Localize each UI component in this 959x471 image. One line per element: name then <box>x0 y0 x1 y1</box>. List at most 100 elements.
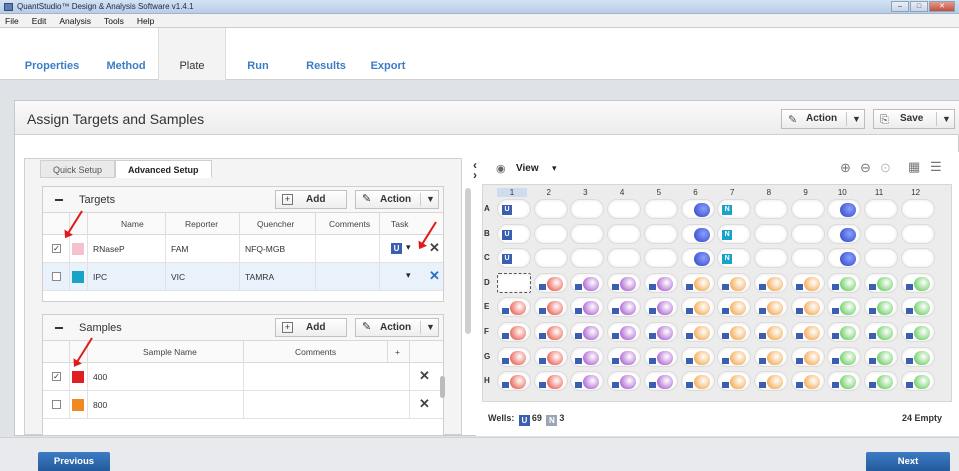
plate-well[interactable] <box>753 346 788 367</box>
plate-well[interactable] <box>864 346 898 367</box>
plate-well[interactable] <box>900 223 935 244</box>
header-action-button[interactable]: ✎ Action ▼ <box>781 109 865 129</box>
plate-well[interactable] <box>643 223 678 244</box>
plate-column-header[interactable]: 5 <box>644 188 674 197</box>
plate-well[interactable] <box>900 346 935 367</box>
plate-well[interactable]: N <box>717 199 752 219</box>
plate-well[interactable] <box>497 346 531 367</box>
plate-well[interactable] <box>790 272 825 293</box>
delete-target-button[interactable]: ✕ <box>429 268 440 284</box>
plate-well[interactable] <box>680 322 715 342</box>
tab-method[interactable]: Method <box>96 28 156 80</box>
add-column-button[interactable]: + <box>395 347 400 357</box>
plate-well[interactable] <box>900 248 935 269</box>
plate-well[interactable] <box>680 297 715 318</box>
plate-well[interactable] <box>790 322 825 342</box>
plate-row-header[interactable]: G <box>484 352 494 361</box>
plate-well[interactable] <box>717 297 752 318</box>
target-name[interactable]: IPC <box>93 272 107 282</box>
plate-row-header[interactable]: F <box>484 327 494 336</box>
plate-row-header[interactable]: B <box>484 229 494 238</box>
plate-row-header[interactable]: H <box>484 376 494 385</box>
plate-well[interactable]: N <box>717 248 752 269</box>
plate-row-header[interactable]: E <box>484 302 494 311</box>
plate-well[interactable] <box>570 199 605 219</box>
samples-scrollbar[interactable] <box>440 376 445 398</box>
table-row[interactable]: ✓ 400 ✕ <box>43 363 443 391</box>
plate-well[interactable] <box>753 272 788 293</box>
plate-well[interactable] <box>717 346 752 367</box>
tab-results[interactable]: Results <box>298 28 354 80</box>
zoom-reset-icon[interactable]: ⊙ <box>880 160 891 176</box>
plate-well[interactable] <box>864 322 898 342</box>
col-comments[interactable]: Comments <box>329 219 370 229</box>
tab-properties[interactable]: Properties <box>16 28 88 80</box>
previous-button[interactable]: Previous <box>38 452 110 471</box>
chevron-down-icon[interactable]: ▾ <box>552 163 557 174</box>
plate-well[interactable] <box>790 346 825 367</box>
sample-name[interactable]: 800 <box>93 400 107 410</box>
plate-well[interactable] <box>570 346 605 367</box>
list-view-icon[interactable]: ☰ <box>930 159 942 175</box>
plate-well[interactable] <box>790 297 825 318</box>
color-swatch[interactable] <box>72 271 84 283</box>
plate-well[interactable] <box>680 248 715 269</box>
plate-well[interactable] <box>827 223 862 244</box>
plate-well[interactable] <box>533 199 568 219</box>
plate-well[interactable] <box>680 371 715 392</box>
plate-well[interactable] <box>570 322 605 342</box>
target-name[interactable]: RNaseP <box>93 244 125 254</box>
zoom-in-icon[interactable]: ⊕ <box>840 160 851 176</box>
plate-well[interactable] <box>900 371 935 392</box>
minimize-button[interactable]: – <box>891 1 909 12</box>
task-dropdown-icon[interactable]: ▾ <box>406 270 411 281</box>
plate-well[interactable] <box>497 272 531 293</box>
table-row[interactable]: 800 ✕ <box>43 391 443 419</box>
plate-well[interactable] <box>680 272 715 293</box>
plate-well[interactable] <box>643 297 678 318</box>
plate-well[interactable] <box>607 199 642 219</box>
plate-well[interactable] <box>607 223 642 244</box>
plate-well[interactable] <box>717 272 752 293</box>
plate-well[interactable] <box>570 371 605 392</box>
plate-column-header[interactable]: 6 <box>681 188 711 197</box>
plate-well[interactable] <box>753 297 788 318</box>
plate-well[interactable] <box>900 297 935 318</box>
plate-well[interactable] <box>607 272 642 293</box>
left-scrollbar[interactable] <box>465 188 471 334</box>
plate-well[interactable] <box>607 248 642 269</box>
plate-well[interactable] <box>643 248 678 269</box>
plate-column-header[interactable]: 3 <box>570 188 600 197</box>
plate-well[interactable]: U <box>497 248 531 269</box>
plate-well[interactable] <box>570 297 605 318</box>
color-swatch[interactable] <box>72 399 84 411</box>
color-swatch[interactable] <box>72 371 84 383</box>
plate-well[interactable] <box>900 199 935 219</box>
row-checkbox[interactable] <box>52 400 61 409</box>
row-checkbox[interactable] <box>52 272 61 281</box>
plate-well[interactable] <box>680 199 715 219</box>
plate-well[interactable] <box>643 199 678 219</box>
plate-column-header[interactable]: 10 <box>827 188 857 197</box>
plate-well[interactable] <box>864 272 898 293</box>
plate-well[interactable] <box>497 297 531 318</box>
tab-advanced-setup[interactable]: Advanced Setup <box>115 160 212 178</box>
add-target-button[interactable]: + Add <box>275 190 347 209</box>
plate-well[interactable] <box>753 248 788 269</box>
plate-well[interactable] <box>717 322 752 342</box>
row-checkbox[interactable]: ✓ <box>52 244 61 253</box>
plate-row-header[interactable]: A <box>484 204 494 213</box>
next-button[interactable]: Next <box>866 452 950 471</box>
collapse-icon[interactable] <box>55 199 63 201</box>
plate-well[interactable] <box>533 346 568 367</box>
header-save-button[interactable]: ⎘ Save ▼ <box>873 109 955 129</box>
plate-column-header[interactable]: 11 <box>864 188 894 197</box>
add-sample-button[interactable]: + Add <box>275 318 347 337</box>
table-row[interactable]: ✓ RNaseP FAM NFQ-MGB U ▾ ✕ <box>43 235 443 263</box>
plate-column-header[interactable]: 1 <box>497 188 527 197</box>
plate-well[interactable] <box>533 297 568 318</box>
plate-well[interactable]: U <box>497 223 531 244</box>
plate-well[interactable] <box>827 199 862 219</box>
plate-well[interactable] <box>570 248 605 269</box>
task-dropdown-icon[interactable]: ▾ <box>406 242 411 253</box>
